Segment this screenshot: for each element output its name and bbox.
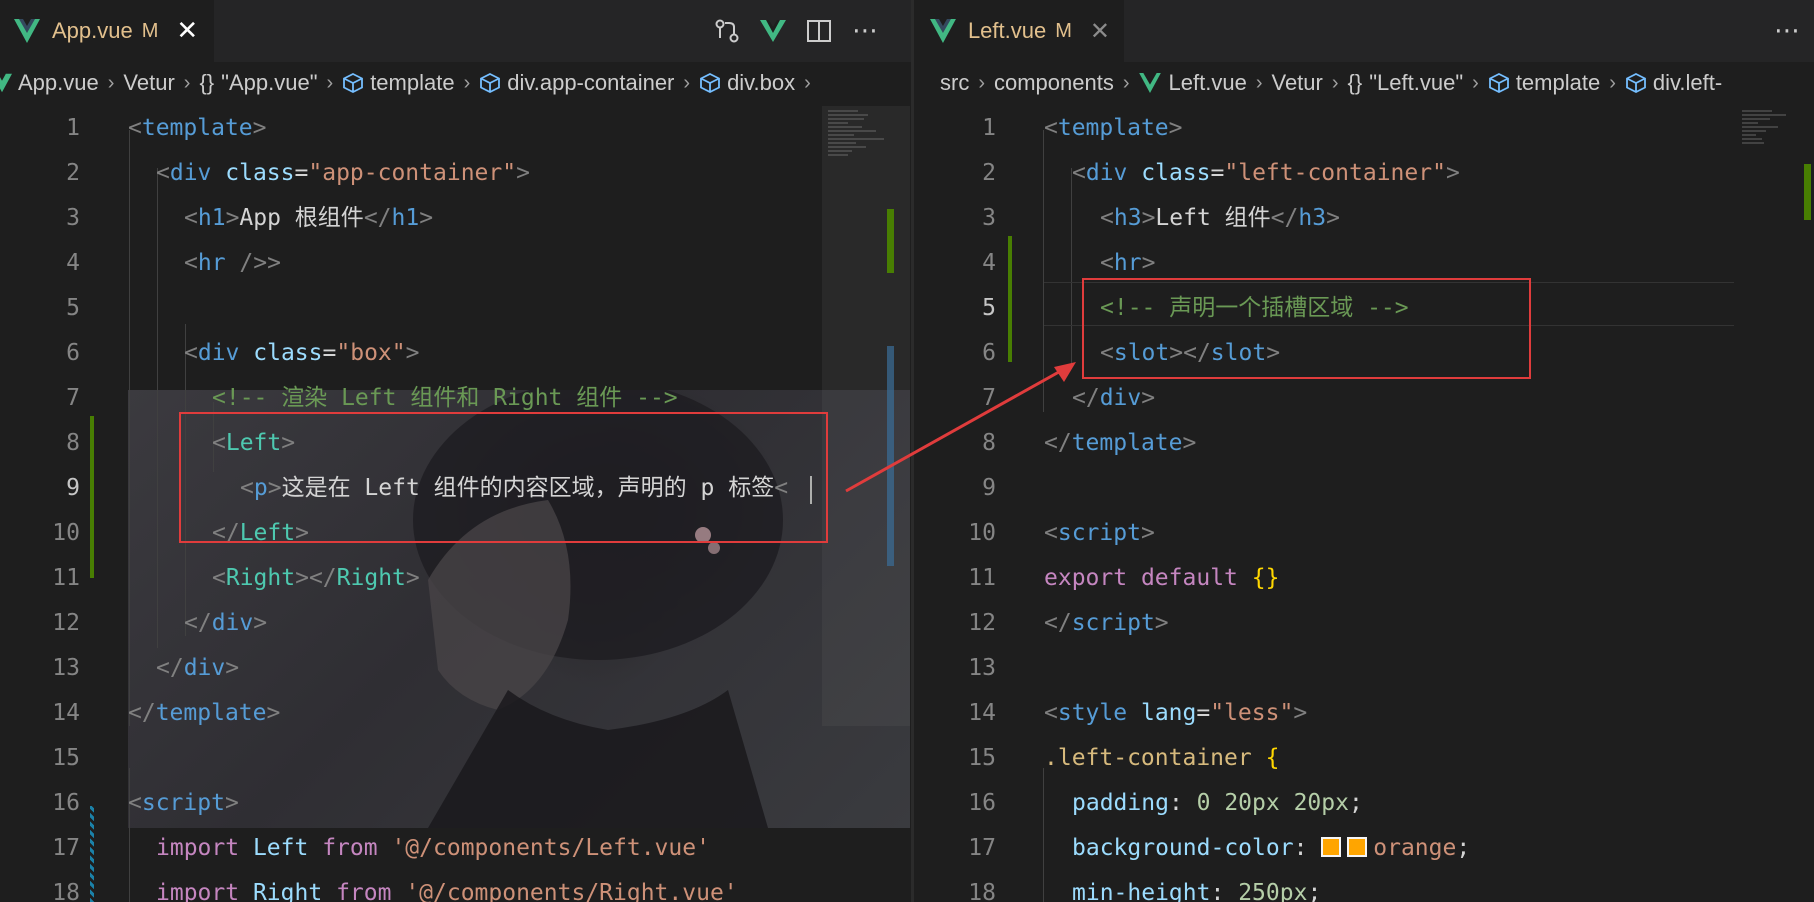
overview-ruler-marker	[1804, 164, 1811, 220]
breadcrumb-item[interactable]: div.box	[727, 70, 795, 96]
chevron-right-icon: ›	[183, 71, 191, 94]
chevron-right-icon: ›	[463, 71, 471, 94]
vue-file-icon	[0, 73, 12, 93]
code-line: 2 <div class="left-container">	[982, 160, 1460, 186]
right-tab-bar: Left.vue M ✕ ⋯	[914, 0, 1814, 62]
tab-title: App.vue	[52, 18, 133, 43]
code-line: 10 <script>	[968, 520, 1155, 546]
chevron-right-icon: ›	[1609, 71, 1616, 94]
code-line: 13	[968, 655, 996, 681]
vue-file-icon	[930, 19, 956, 43]
editor-actions: ⋯	[712, 0, 880, 62]
minimap[interactable]	[1742, 108, 1812, 146]
breadcrumb-item[interactable]: Vetur	[1271, 70, 1322, 96]
editor-actions: ⋯	[1772, 0, 1802, 62]
code-line: 3 <h1>App 根组件</h1>	[66, 205, 434, 231]
code-line: 18 import Right from '@/components/Right…	[52, 880, 738, 902]
code-line: 15	[52, 745, 80, 771]
breadcrumb-item[interactable]: Vetur	[123, 70, 174, 96]
chevron-right-icon: ›	[978, 71, 985, 94]
highlight-box	[1082, 278, 1531, 379]
code-line: 5	[66, 295, 80, 321]
color-swatch[interactable]	[1321, 837, 1342, 857]
code-line: 6 <div class="box">	[66, 340, 420, 366]
vue-devtools-icon[interactable]	[758, 16, 788, 46]
more-actions-icon[interactable]: ⋯	[1772, 16, 1802, 46]
chevron-right-icon: ›	[1472, 71, 1479, 94]
code-line: 12 </script>	[968, 610, 1169, 636]
code-line: 13 </div>	[52, 655, 240, 681]
cube-icon	[1488, 72, 1509, 94]
left-tab-bar: App.vue M ✕ ⋯	[0, 0, 911, 62]
close-icon[interactable]: ✕	[1090, 19, 1110, 43]
modified-indicator: M	[1055, 19, 1072, 42]
code-line: 3 <h3>Left 组件</h3>	[982, 205, 1340, 231]
chevron-right-icon: ›	[1122, 71, 1130, 94]
chevron-right-icon: ›	[326, 71, 334, 94]
code-line: 11 <Right></Right>	[52, 565, 420, 591]
highlight-box	[179, 412, 828, 543]
braces-icon: {}	[199, 70, 215, 95]
code-line: 14 </template>	[52, 700, 281, 726]
breadcrumb-item[interactable]: div.app-container	[507, 70, 674, 96]
breadcrumb-item[interactable]: template	[1516, 70, 1600, 96]
code-line: 4 <hr />>	[66, 250, 281, 276]
breadcrumb-item[interactable]: "App.vue"	[221, 70, 317, 96]
annotation-arrow	[845, 362, 1076, 493]
code-line: 17 background-color: orange;	[968, 835, 1471, 861]
breadcrumb-item[interactable]: div.left-	[1653, 70, 1722, 96]
code-line: 16 <script>	[52, 790, 239, 816]
code-line: 16 padding: 0 20px 20px;	[968, 790, 1363, 816]
breadcrumb-item[interactable]: App.vue	[18, 70, 99, 96]
breadcrumb-item[interactable]: src	[940, 70, 969, 96]
code-line: 14 <style lang="less">	[968, 700, 1308, 726]
cube-icon	[1625, 72, 1646, 94]
code-line: 12 </div>	[52, 610, 268, 636]
color-swatch[interactable]	[1347, 837, 1368, 857]
cube-icon	[480, 72, 501, 94]
tab-app-vue[interactable]: App.vue M ✕	[0, 0, 214, 62]
chevron-right-icon: ›	[107, 71, 115, 94]
chevron-right-icon: ›	[1255, 71, 1263, 94]
overview-ruler-marker	[887, 209, 894, 273]
chevron-right-icon: ›	[683, 71, 691, 94]
more-actions-icon[interactable]: ⋯	[850, 16, 880, 46]
chevron-right-icon: ›	[1331, 71, 1339, 94]
breadcrumb: src › components › Left.vue › Vetur › {}…	[914, 62, 1814, 104]
cube-icon	[700, 72, 720, 94]
tab-title: Left.vue	[967, 18, 1047, 43]
breadcrumb: App.vue › Vetur › {} "App.vue" › template…	[0, 62, 911, 104]
braces-icon: {}	[1347, 70, 1363, 95]
breadcrumb-item[interactable]: components	[994, 70, 1114, 96]
code-line: 1 <template>	[982, 115, 1183, 141]
tab-left-vue[interactable]: Left.vue M ✕	[914, 0, 1124, 62]
breadcrumb-item[interactable]: "Left.vue"	[1369, 70, 1463, 96]
code-line: 2 <div class="app-container">	[66, 160, 530, 186]
code-editor[interactable]: 1 <template> 2 <div class="left-containe…	[914, 106, 1814, 902]
code-line: 1 <template>	[66, 115, 267, 141]
source-control-icon[interactable]	[712, 16, 742, 46]
close-icon[interactable]: ✕	[176, 18, 198, 44]
cube-icon	[343, 72, 364, 94]
breadcrumb-item[interactable]: Left.vue	[1169, 70, 1247, 96]
split-editor-icon[interactable]	[804, 16, 834, 46]
vue-file-icon	[1138, 73, 1161, 93]
chevron-right-icon: ›	[804, 71, 811, 94]
vue-file-icon	[14, 19, 40, 43]
code-line: 18 min-height: 250px;	[968, 880, 1322, 902]
code-line: 15 .left-container {	[968, 745, 1280, 771]
code-line: 11 export default {}	[968, 565, 1280, 591]
code-line: 17 import Left from '@/components/Left.v…	[52, 835, 710, 861]
modified-indicator: M	[141, 19, 159, 42]
breadcrumb-item[interactable]: template	[370, 70, 454, 96]
